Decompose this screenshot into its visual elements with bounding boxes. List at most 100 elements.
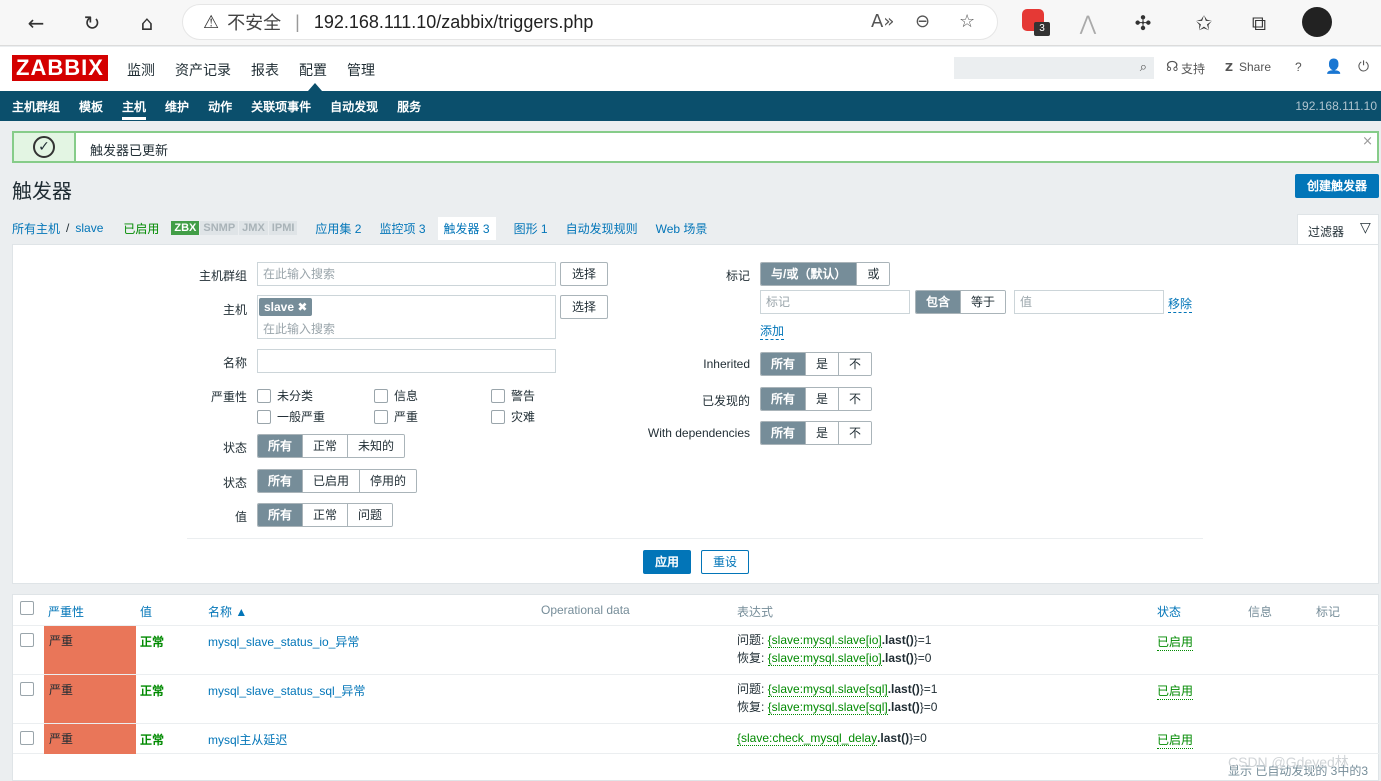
support-link[interactable]: 支持 bbox=[1181, 60, 1205, 77]
tag-value-input[interactable]: 值 bbox=[1014, 290, 1164, 314]
all-hosts-link[interactable]: 所有主机 bbox=[12, 220, 60, 237]
status-enabled[interactable]: 已启用 bbox=[303, 470, 361, 492]
trigger-name-link[interactable]: mysql_slave_status_io_异常 bbox=[208, 633, 359, 650]
host-group-input[interactable]: 在此输入搜索 bbox=[257, 262, 556, 286]
submenu-templates[interactable]: 模板 bbox=[79, 98, 103, 120]
checkbox[interactable] bbox=[374, 409, 388, 424]
tab-items[interactable]: 监控项 3 bbox=[379, 220, 425, 237]
filter-tab[interactable]: 过滤器 ▽ bbox=[1297, 214, 1379, 244]
menu-configuration[interactable]: 配置 bbox=[299, 60, 327, 80]
submenu-host-groups[interactable]: 主机群组 bbox=[12, 98, 60, 120]
tab-discovery-rules[interactable]: 自动发现规则 bbox=[566, 220, 638, 237]
menu-monitoring[interactable]: 监测 bbox=[127, 60, 155, 80]
value-all[interactable]: 所有 bbox=[258, 504, 304, 526]
tab-graphs[interactable]: 图形 1 bbox=[514, 220, 548, 237]
tag-remove-link[interactable]: 移除 bbox=[1168, 295, 1193, 313]
status-disabled[interactable]: 停用的 bbox=[360, 470, 417, 492]
inherited-all[interactable]: 所有 bbox=[761, 353, 807, 375]
checkbox[interactable] bbox=[257, 409, 271, 424]
create-trigger-button[interactable]: 创建触发器 bbox=[1295, 174, 1379, 198]
back-icon[interactable]: ← bbox=[20, 7, 52, 39]
discovered-no[interactable]: 不 bbox=[839, 388, 872, 410]
address-bar[interactable]: ⚠ 不安全 | 192.168.111.10/zabbix/triggers.p… bbox=[182, 4, 998, 40]
submenu-discovery[interactable]: 自动发现 bbox=[330, 98, 378, 120]
extension-icon[interactable]: 3 bbox=[1022, 9, 1050, 36]
checkbox[interactable] bbox=[374, 388, 388, 403]
url-text[interactable]: 192.168.111.10/zabbix/triggers.php bbox=[314, 12, 594, 33]
submenu-services[interactable]: 服务 bbox=[397, 98, 421, 120]
submenu-actions[interactable]: 动作 bbox=[208, 98, 232, 120]
dependencies-no[interactable]: 不 bbox=[839, 422, 872, 444]
host-link[interactable]: slave bbox=[75, 221, 103, 235]
zabbix-logo[interactable]: ZABBIX bbox=[12, 55, 108, 81]
checkbox[interactable] bbox=[257, 388, 271, 403]
state-normal[interactable]: 正常 bbox=[303, 435, 349, 457]
puzzle-icon[interactable]: ✣ bbox=[1127, 7, 1159, 39]
extension-a-icon[interactable]: ⋀ bbox=[1072, 7, 1104, 39]
menu-reports[interactable]: 报表 bbox=[251, 60, 279, 80]
item-link[interactable]: {slave:mysql.slave[sql] bbox=[767, 700, 888, 715]
tags-and-or[interactable]: 与/或（默认） bbox=[761, 263, 858, 285]
collections-icon[interactable]: ⧉ bbox=[1243, 7, 1275, 39]
tab-triggers[interactable]: 触发器 3 bbox=[437, 216, 496, 240]
tag-operator-contains[interactable]: 包含 bbox=[916, 291, 962, 313]
discovered-yes[interactable]: 是 bbox=[806, 388, 840, 410]
help-link[interactable]: ? bbox=[1295, 60, 1302, 74]
status-toggle[interactable]: 已启用 bbox=[1157, 682, 1194, 700]
state-unknown[interactable]: 未知的 bbox=[348, 435, 405, 457]
user-icon[interactable]: 👤 bbox=[1325, 59, 1342, 75]
profile-avatar[interactable] bbox=[1302, 7, 1332, 37]
zoom-icon[interactable]: ⊖ bbox=[915, 11, 930, 32]
reset-button[interactable]: 重设 bbox=[701, 550, 749, 574]
favorite-icon[interactable]: ☆ bbox=[959, 11, 975, 32]
item-link[interactable]: {slave:mysql.slave[io] bbox=[767, 633, 882, 648]
value-ok[interactable]: 正常 bbox=[303, 504, 349, 526]
tag-add-link[interactable]: 添加 bbox=[760, 322, 785, 340]
close-icon[interactable]: × bbox=[1362, 134, 1373, 149]
name-input[interactable] bbox=[257, 349, 556, 373]
item-link[interactable]: {slave:mysql.slave[io] bbox=[767, 651, 882, 666]
value-problem[interactable]: 问题 bbox=[348, 504, 393, 526]
severity-disaster[interactable]: 灾难 bbox=[491, 408, 535, 425]
checkbox[interactable] bbox=[491, 388, 505, 403]
home-icon[interactable]: ⌂ bbox=[131, 7, 163, 39]
apply-button[interactable]: 应用 bbox=[643, 550, 691, 574]
status-toggle[interactable]: 已启用 bbox=[1157, 731, 1194, 749]
severity-high[interactable]: 严重 bbox=[374, 408, 418, 425]
tag-name-input[interactable]: 标记 bbox=[760, 290, 910, 314]
severity-not-classified[interactable]: 未分类 bbox=[257, 387, 313, 404]
row-checkbox[interactable] bbox=[20, 731, 34, 745]
host-selected-tag[interactable]: slave ✖ bbox=[259, 298, 313, 316]
menu-inventory[interactable]: 资产记录 bbox=[175, 60, 231, 80]
status-toggle[interactable]: 已启用 bbox=[1157, 633, 1194, 651]
discovered-all[interactable]: 所有 bbox=[761, 388, 807, 410]
tags-or[interactable]: 或 bbox=[857, 263, 890, 285]
logout-icon[interactable]: ⏻ bbox=[1358, 59, 1369, 75]
header-name[interactable]: 名称 ▲ bbox=[208, 603, 247, 620]
item-link[interactable]: {slave:mysql.slave[sql] bbox=[767, 682, 888, 697]
severity-average[interactable]: 一般严重 bbox=[257, 408, 325, 425]
search-icon[interactable]: ⌕ bbox=[1140, 60, 1147, 75]
state-all[interactable]: 所有 bbox=[258, 435, 304, 457]
submenu-hosts[interactable]: 主机 bbox=[122, 98, 147, 120]
inherited-yes[interactable]: 是 bbox=[806, 353, 840, 375]
row-checkbox[interactable] bbox=[20, 633, 34, 647]
favorites-list-icon[interactable]: ✩ bbox=[1188, 7, 1220, 39]
severity-warning[interactable]: 警告 bbox=[491, 387, 535, 404]
checkbox[interactable] bbox=[491, 409, 505, 424]
item-link[interactable]: {slave:check_mysql_delay bbox=[737, 731, 878, 746]
dependencies-yes[interactable]: 是 bbox=[806, 422, 840, 444]
row-checkbox[interactable] bbox=[20, 682, 34, 696]
dependencies-all[interactable]: 所有 bbox=[761, 422, 807, 444]
read-aloud-icon[interactable]: A» bbox=[871, 11, 894, 32]
trigger-name-link[interactable]: mysql_slave_status_sql_异常 bbox=[208, 682, 365, 699]
severity-information[interactable]: 信息 bbox=[374, 387, 418, 404]
header-value[interactable]: 值 bbox=[140, 603, 152, 620]
host-select-button[interactable]: 选择 bbox=[560, 295, 608, 319]
share-link[interactable]: Share bbox=[1239, 60, 1271, 74]
inherited-no[interactable]: 不 bbox=[839, 353, 872, 375]
submenu-maintenance[interactable]: 维护 bbox=[165, 98, 189, 120]
tab-web-scenarios[interactable]: Web 场景 bbox=[656, 220, 708, 237]
reload-icon[interactable]: ↻ bbox=[76, 7, 108, 39]
remove-tag-icon[interactable]: ✖ bbox=[297, 300, 307, 314]
